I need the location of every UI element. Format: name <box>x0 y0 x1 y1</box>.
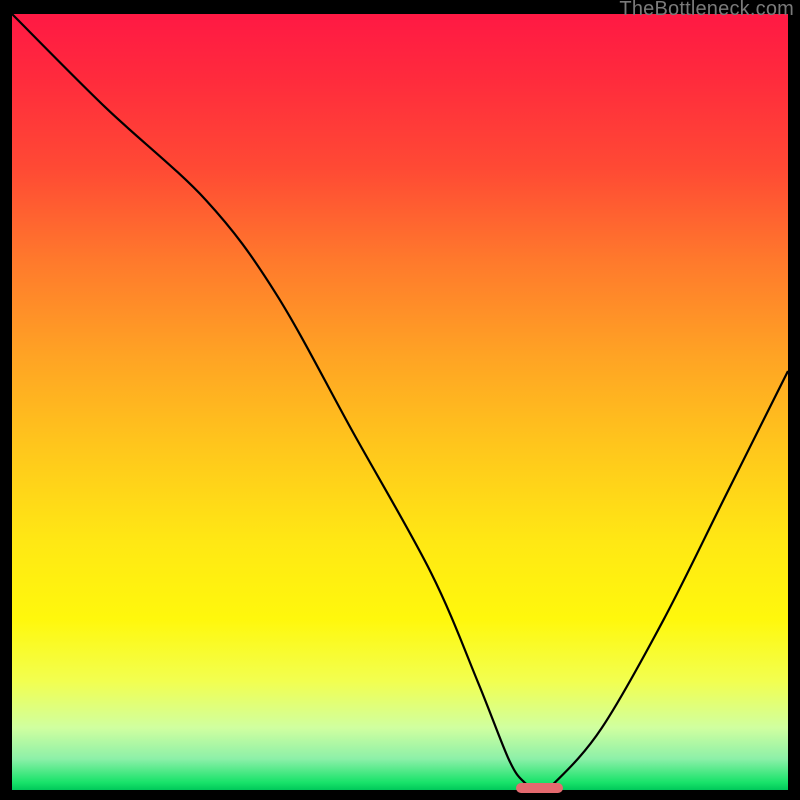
watermark-text: TheBottleneck.com <box>619 0 794 21</box>
chart-frame: TheBottleneck.com <box>0 0 800 800</box>
curve-svg <box>12 14 788 790</box>
gradient-plot-area <box>12 14 788 790</box>
bottleneck-curve-path <box>12 14 788 790</box>
optimal-marker <box>516 783 563 793</box>
